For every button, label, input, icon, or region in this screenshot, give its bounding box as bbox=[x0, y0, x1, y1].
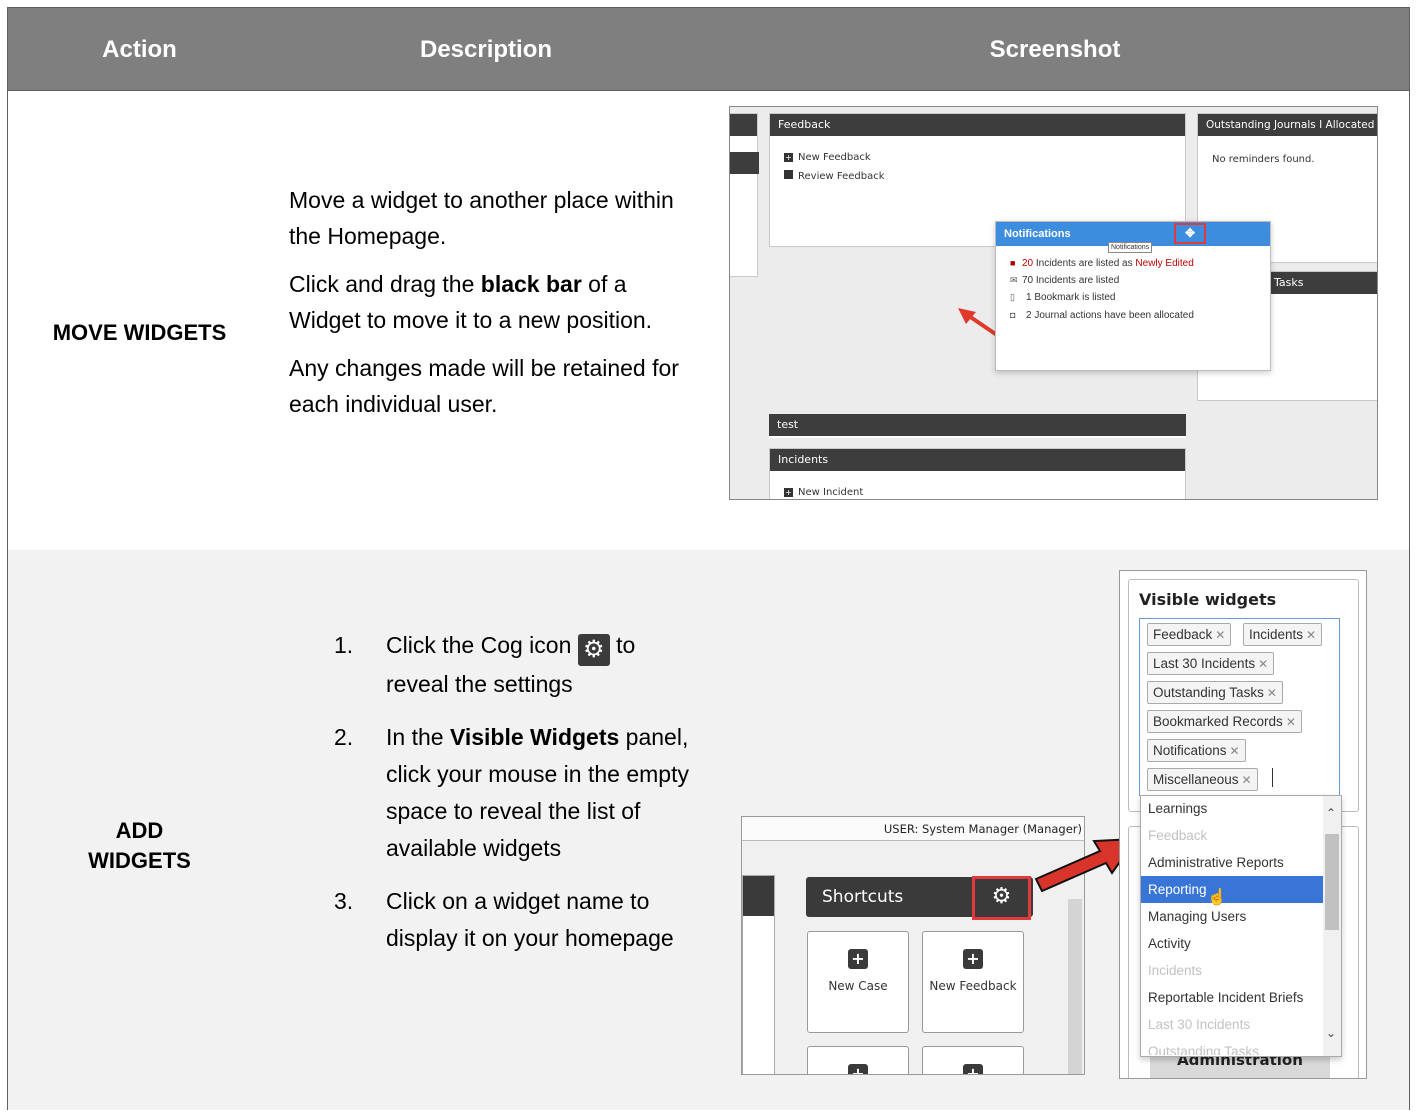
action-add-widgets: ADD WIDGETS bbox=[88, 818, 191, 873]
close-icon: ✕ bbox=[1258, 657, 1269, 671]
desc-paragraph: Move a widget to another place within th… bbox=[289, 187, 674, 249]
feedback-bar[interactable]: Feedback bbox=[770, 114, 1185, 136]
close-icon: ✕ bbox=[1215, 628, 1226, 642]
notif-item: ✉ 70 Incidents are listed bbox=[1010, 275, 1120, 286]
shortcut-tile[interactable]: + New Feedback bbox=[922, 931, 1024, 1033]
move-icon[interactable]: ✥ bbox=[1174, 223, 1206, 244]
close-icon: ✕ bbox=[1285, 715, 1296, 729]
desc-paragraph: Any changes made will be retained for ea… bbox=[289, 355, 679, 417]
description-move: Move a widget to another place within th… bbox=[289, 182, 699, 434]
journal-icon: ◘ bbox=[1010, 310, 1016, 320]
widget-tag[interactable]: Outstanding Tasks ✕ bbox=[1147, 681, 1283, 704]
edit-icon bbox=[784, 170, 793, 179]
notifications-tooltip: Notifications bbox=[1108, 242, 1153, 253]
notif-item: ■ 20 Incidents are listed as Newly Edited bbox=[1010, 258, 1194, 269]
dropdown-option[interactable]: Feedback bbox=[1141, 822, 1323, 849]
close-icon: ✕ bbox=[1266, 686, 1277, 700]
cog-icon[interactable]: ⚙ bbox=[972, 876, 1031, 920]
dropdown-option[interactable]: Managing Users bbox=[1141, 903, 1323, 930]
dropdown-option[interactable]: Reporting ☝ bbox=[1141, 876, 1323, 906]
widget-tag[interactable]: Feedback ✕ bbox=[1147, 623, 1232, 646]
notif-item: ▯ 1 Bookmark is listed bbox=[1010, 292, 1116, 303]
chevron-down-icon: ⌄ bbox=[1326, 1026, 1337, 1040]
plus-icon: + bbox=[848, 949, 868, 969]
panel-title: Visible widgets bbox=[1139, 590, 1277, 609]
widget-tag[interactable]: Bookmarked Records ✕ bbox=[1147, 710, 1302, 733]
widget-tag[interactable]: Notifications ✕ bbox=[1147, 739, 1246, 762]
dropdown-option[interactable]: Administrative Reports bbox=[1141, 849, 1323, 876]
incidents-widget: Incidents + New Incident bbox=[769, 448, 1186, 499]
header-screenshot: Screenshot bbox=[989, 36, 1121, 63]
scrollbar[interactable] bbox=[1068, 899, 1082, 1074]
shortcut-tile[interactable]: + bbox=[807, 1046, 909, 1074]
widget-tag[interactable]: Miscellaneous ✕ bbox=[1147, 768, 1258, 791]
widget-tag[interactable]: Last 30 Incidents ✕ bbox=[1147, 652, 1275, 675]
shortcuts-bar[interactable]: Shortcuts ⚙ bbox=[806, 876, 1033, 920]
shortcut-tile[interactable]: + New Case bbox=[807, 931, 909, 1033]
close-icon: ✕ bbox=[1229, 744, 1240, 758]
notifications-bar[interactable]: Notifications ✥ Notifications bbox=[996, 222, 1270, 253]
mail-icon: ✉ bbox=[1010, 275, 1018, 285]
close-icon: ✕ bbox=[1306, 628, 1317, 642]
plus-icon: + bbox=[848, 1064, 868, 1074]
test-widget: test bbox=[769, 414, 1186, 438]
dropdown-option[interactable]: Reportable Incident Briefs bbox=[1141, 984, 1323, 1011]
widget-tag[interactable]: Incidents ✕ bbox=[1243, 623, 1323, 646]
steps-list: 1. Click the Cog icon ⚙ to reveal the set… bbox=[334, 627, 694, 973]
notifications-widget: Notifications ✥ Notifications ■ 20 Incide… bbox=[995, 221, 1271, 371]
chevron-up-icon: ⌃ bbox=[1326, 806, 1337, 820]
plus-icon: + bbox=[963, 1064, 983, 1074]
notif-item: ◘ 2 Journal actions have been allocated bbox=[1010, 310, 1194, 321]
table-header: Action Description Screenshot bbox=[8, 8, 1409, 91]
header-description: Description bbox=[419, 36, 553, 63]
desc-paragraph: Click and drag the black bar of a Widget… bbox=[289, 271, 653, 333]
bold-black-bar: black bar bbox=[480, 271, 582, 297]
dropdown-option[interactable]: Outstanding Tasks bbox=[1141, 1038, 1323, 1055]
step-3: 3. Click on a widget name to display it o… bbox=[334, 888, 674, 951]
dropdown-option[interactable]: Last 30 Incidents bbox=[1141, 1011, 1323, 1038]
text-caret bbox=[1272, 768, 1273, 787]
partial-widget bbox=[730, 113, 759, 277]
plus-icon: + bbox=[784, 488, 793, 497]
dropdown-option[interactable]: Incidents bbox=[1141, 957, 1323, 984]
close-icon: ✕ bbox=[1241, 773, 1252, 787]
scrollbar[interactable]: ⌃ ⌄ bbox=[1323, 796, 1341, 1056]
cog-icon: ⚙ bbox=[577, 634, 610, 666]
dropdown-option[interactable]: Activity bbox=[1141, 930, 1323, 957]
shortcut-tile[interactable]: + bbox=[922, 1046, 1024, 1074]
header-action: Action bbox=[102, 36, 177, 63]
step-2: 2. In the Visible Widgets panel, click yo… bbox=[334, 724, 689, 861]
dropdown-option[interactable]: Learnings bbox=[1141, 795, 1323, 822]
action-move-widgets: MOVE WIDGETS bbox=[52, 320, 227, 345]
plus-icon: + bbox=[784, 153, 793, 162]
bookmark-icon: ▯ bbox=[1010, 292, 1015, 302]
step-1: 1. Click the Cog icon ⚙ to reveal the set… bbox=[334, 632, 636, 697]
plus-icon: + bbox=[963, 949, 983, 969]
file-icon: ■ bbox=[1010, 258, 1016, 268]
